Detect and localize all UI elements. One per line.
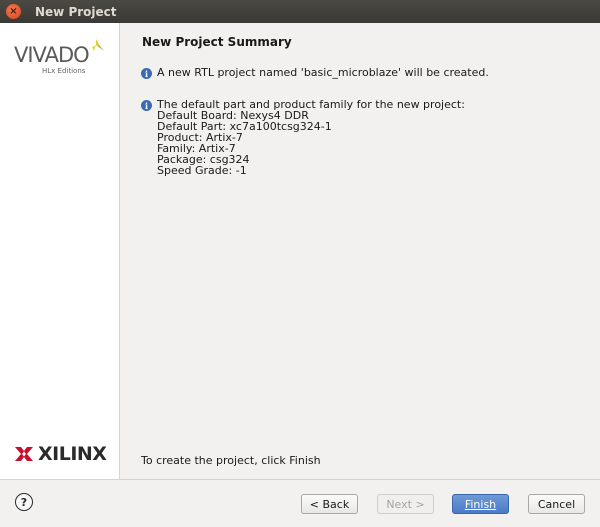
window-title: New Project	[35, 4, 117, 19]
vivado-mark-icon	[92, 39, 104, 51]
next-button-label: Next >	[386, 497, 425, 511]
cancel-button[interactable]: Cancel	[528, 494, 585, 514]
close-icon: ×	[9, 5, 18, 17]
back-button-label: < Back	[309, 497, 350, 511]
button-bar: ? < Back Next > Finish Cancel	[0, 479, 600, 527]
page-title: New Project Summary	[142, 35, 292, 49]
cancel-button-label: Cancel	[537, 497, 576, 511]
vivado-logo: VIVADO HLx Editions	[12, 37, 112, 77]
finish-button-label: Finish	[464, 497, 497, 511]
info-icon: i	[141, 100, 152, 111]
xilinx-wordmark: XILINX	[38, 443, 107, 465]
back-button[interactable]: < Back	[301, 494, 358, 514]
help-button[interactable]: ?	[15, 493, 33, 511]
project-info-row: i A new RTL project named 'basic_microbl…	[141, 67, 489, 79]
xilinx-mark-icon	[15, 447, 33, 461]
info-icon: i	[141, 68, 152, 79]
sidebar: VIVADO HLx Editions XILINX	[0, 23, 120, 479]
part-info-row: i The default part and product family fo…	[141, 99, 465, 176]
next-button[interactable]: Next >	[377, 494, 434, 514]
vivado-wordmark: VIVADO	[14, 43, 90, 67]
close-button[interactable]: ×	[6, 4, 21, 19]
finish-hint: To create the project, click Finish	[141, 454, 321, 467]
title-bar: × New Project	[0, 0, 600, 23]
help-icon: ?	[20, 495, 28, 509]
finish-button[interactable]: Finish	[452, 494, 509, 514]
project-message: A new RTL project named 'basic_microblaz…	[157, 66, 489, 79]
speed-grade: Speed Grade: -1	[157, 164, 247, 177]
summary-panel: New Project Summary i A new RTL project …	[121, 23, 600, 479]
xilinx-logo: XILINX	[14, 443, 107, 465]
vivado-edition-label: HLx Editions	[42, 67, 86, 75]
